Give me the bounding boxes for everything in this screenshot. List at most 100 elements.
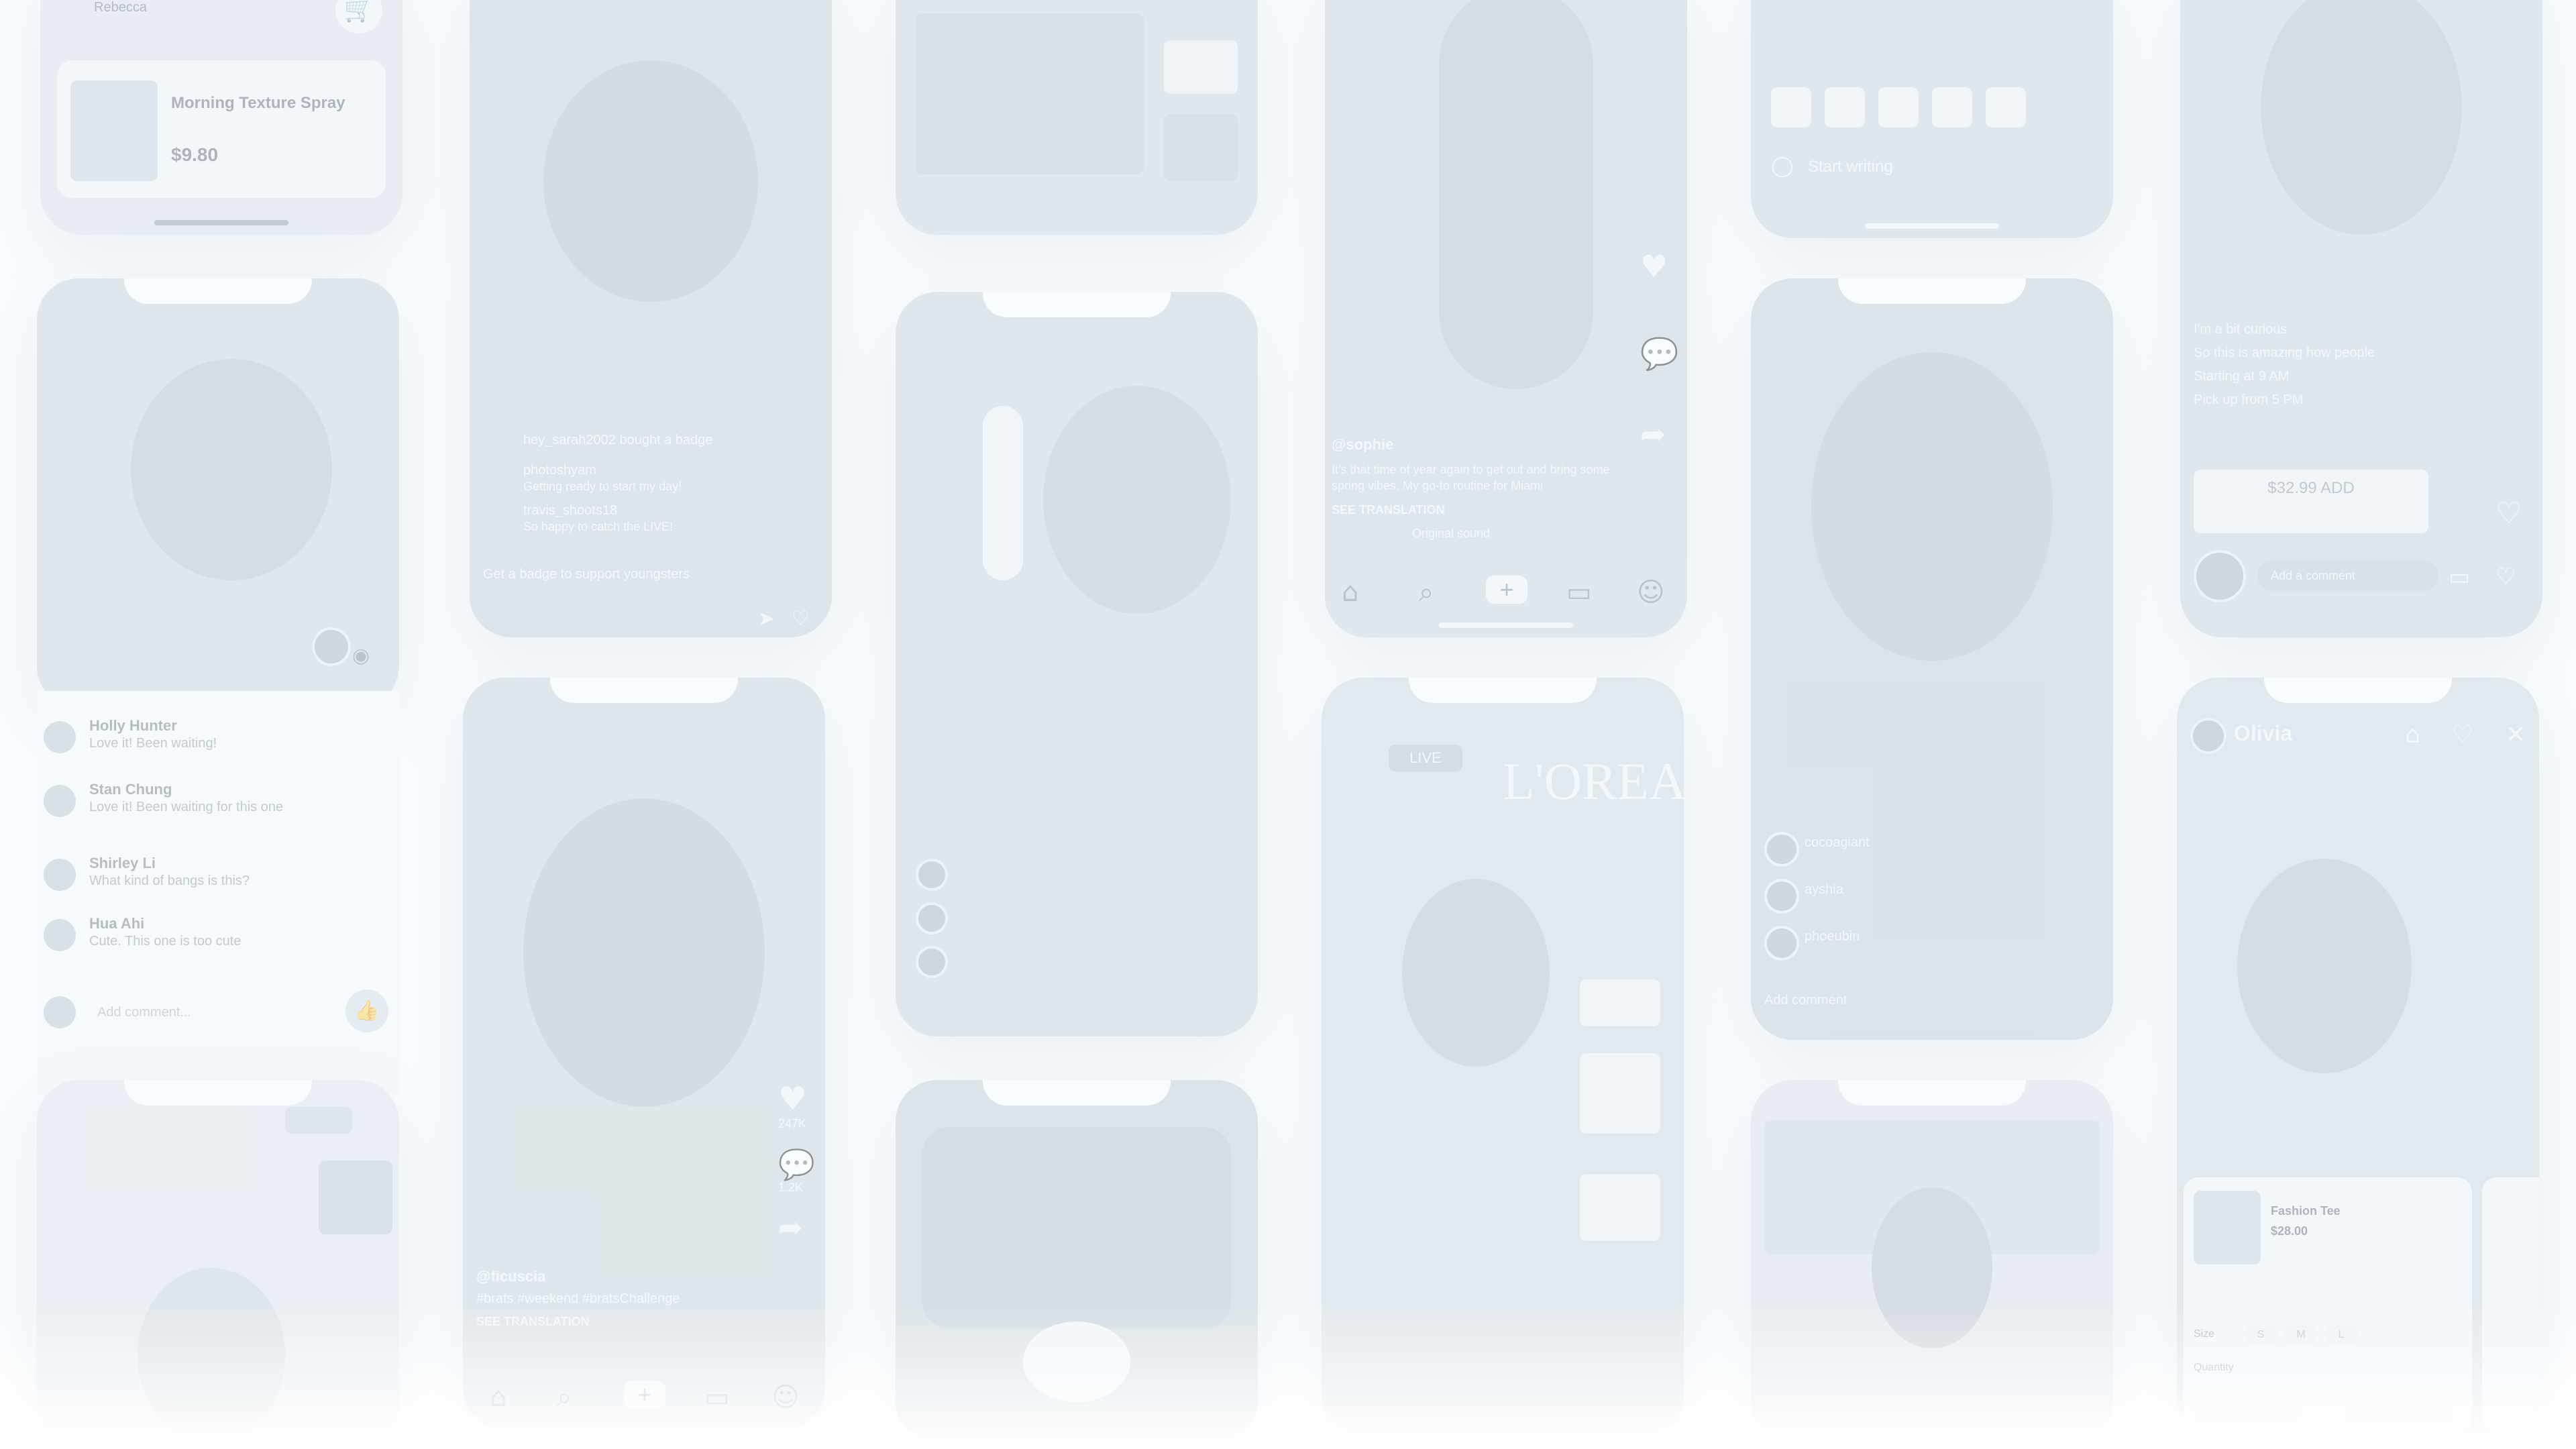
comment-user: Shirley Li bbox=[89, 855, 156, 871]
heart-icon[interactable]: ♡ bbox=[792, 607, 810, 631]
comment-row[interactable]: Shirley Li What kind of bangs is this? bbox=[37, 852, 399, 906]
heart-icon[interactable]: ♥ bbox=[778, 1080, 807, 1118]
phone-notch bbox=[983, 292, 1171, 317]
caption-text: It's that time of year again to get out … bbox=[1332, 463, 1610, 492]
phone-notch bbox=[124, 278, 312, 304]
see-translation[interactable]: SEE TRANSLATION bbox=[476, 1315, 590, 1329]
comment-user: Holly Hunter bbox=[89, 717, 177, 734]
size-option[interactable]: L bbox=[2324, 1325, 2358, 1345]
comment-row[interactable]: Holly Hunter Love it! Been waiting! bbox=[37, 714, 399, 768]
search-icon[interactable]: ⌕ bbox=[1419, 577, 1434, 608]
phone-brand-live: LIVE L'OREAL bbox=[1322, 678, 1684, 1436]
product-thumb[interactable] bbox=[1580, 1053, 1660, 1134]
text-input[interactable]: Start writing bbox=[1808, 158, 1893, 176]
home-icon[interactable]: ⌂ bbox=[490, 1382, 506, 1413]
comment-row[interactable]: Stan Chung Love it! Been waiting for thi… bbox=[37, 778, 399, 832]
gift-icon[interactable]: ▭ bbox=[2449, 564, 2470, 590]
brand-logo: L'OREAL bbox=[1503, 752, 1684, 810]
profile-icon[interactable]: ☺ bbox=[1637, 577, 1665, 608]
product-thumb[interactable] bbox=[1580, 979, 1660, 1026]
live-line-3-user: travis_shoots18 bbox=[523, 503, 618, 518]
sticker-4[interactable] bbox=[1932, 87, 1972, 127]
seller-name: Rebecca bbox=[94, 0, 147, 15]
sound-label[interactable]: Original sound bbox=[1412, 527, 1490, 541]
video-subject bbox=[523, 798, 765, 1107]
product-thumb[interactable] bbox=[1164, 40, 1238, 94]
comment-user: Stan Chung bbox=[89, 781, 172, 798]
inbox-icon[interactable]: ▭ bbox=[1566, 577, 1592, 608]
see-translation[interactable]: SEE TRANSLATION bbox=[1332, 503, 1445, 517]
secondary-button[interactable] bbox=[2345, 1402, 2452, 1422]
viewer-avatar bbox=[1764, 879, 1799, 914]
user-avatar[interactable] bbox=[2190, 718, 2226, 754]
comment-text: Cute. This one is too cute bbox=[89, 934, 241, 949]
heart-icon[interactable]: ♡ bbox=[2452, 721, 2473, 749]
sticker-5[interactable] bbox=[1986, 87, 2026, 127]
presenter bbox=[1402, 879, 1550, 1067]
bag-icon[interactable]: ⌂ bbox=[2405, 721, 2420, 749]
heart-icon[interactable]: ♥ bbox=[1640, 248, 1668, 284]
caption-user[interactable]: @sophie bbox=[1332, 436, 1393, 453]
product-sheet[interactable]: Fashion Tee $28.00 Size S M L Quantity bbox=[2184, 1177, 2472, 1432]
heart-icon[interactable]: ♡ bbox=[2496, 564, 2516, 590]
sticker-3[interactable] bbox=[1878, 87, 1919, 127]
share-icon[interactable]: ➦ bbox=[778, 1211, 803, 1245]
heart-icon[interactable]: ♡ bbox=[2496, 496, 2522, 531]
like-icon[interactable]: 👍 bbox=[345, 989, 388, 1032]
comment-input[interactable]: Add a comment bbox=[2257, 560, 2438, 591]
sticker-1[interactable] bbox=[1771, 87, 1811, 127]
share-icon[interactable]: ➦ bbox=[1640, 416, 1666, 452]
home-indicator bbox=[1865, 223, 1999, 229]
product-image bbox=[2194, 1191, 2261, 1265]
phone-notch bbox=[1838, 1080, 2026, 1106]
comment-count: 1.2K bbox=[778, 1181, 804, 1194]
chat-line: Starting at 9 AM bbox=[2194, 369, 2290, 384]
phone-notch bbox=[124, 1080, 312, 1106]
create-button[interactable]: + bbox=[1486, 576, 1527, 604]
comment-input[interactable]: Add comment bbox=[1764, 993, 1847, 1008]
phone-video-comments: ◉ bbox=[37, 278, 399, 708]
product-card[interactable]: Morning Texture Spray $9.80 bbox=[57, 60, 386, 198]
add-to-cart-button[interactable]: $32.99 ADD bbox=[2194, 470, 2428, 533]
next-product-sheet[interactable] bbox=[2482, 1177, 2539, 1432]
comment-icon[interactable]: 💬 bbox=[1640, 335, 1678, 372]
chat-line: Pick up from 5 PM bbox=[2194, 392, 2304, 407]
cart-icon[interactable]: 🛒 bbox=[335, 0, 382, 34]
caption-user[interactable]: @ficuscia bbox=[476, 1268, 545, 1285]
plants-scene bbox=[922, 1127, 1231, 1328]
streamer-face bbox=[1811, 352, 2053, 661]
phone-shopping: Rebecca 🛒 Morning Texture Spray $9.80 bbox=[40, 0, 402, 235]
product-thumb[interactable] bbox=[1164, 114, 1238, 181]
close-icon[interactable]: ✕ bbox=[2506, 721, 2526, 749]
presenter bbox=[1872, 1187, 1992, 1348]
sticker-2[interactable] bbox=[1825, 87, 1865, 127]
product-thumb[interactable] bbox=[1580, 1174, 1660, 1241]
profile-icon[interactable]: ☺ bbox=[771, 1382, 800, 1413]
video-subject bbox=[131, 359, 332, 580]
home-icon[interactable]: ⌂ bbox=[1342, 577, 1358, 608]
comment-user: Hua Ahi bbox=[89, 915, 145, 932]
record-icon[interactable]: ◉ bbox=[352, 644, 370, 667]
phone-notch bbox=[550, 678, 738, 703]
search-icon[interactable]: ⌕ bbox=[557, 1382, 572, 1413]
comment-row[interactable]: Hua Ahi Cute. This one is too cute bbox=[37, 912, 399, 966]
comment-text: Love it! Been waiting for this one bbox=[89, 800, 284, 814]
avatar bbox=[44, 721, 76, 753]
live-line-2-text: Getting ready to start my day! bbox=[523, 480, 682, 493]
product-price: $9.80 bbox=[171, 144, 219, 165]
viewer-name: cocoagiant bbox=[1805, 835, 1870, 850]
shop-avatar[interactable] bbox=[2194, 550, 2246, 602]
creator-avatar[interactable] bbox=[312, 627, 351, 666]
share-icon[interactable]: ➤ bbox=[758, 607, 775, 631]
comment-icon[interactable]: 💬 bbox=[778, 1147, 815, 1182]
product-thumb[interactable] bbox=[319, 1161, 392, 1234]
comment-input[interactable]: Add comment... bbox=[97, 1005, 191, 1020]
size-option[interactable]: M bbox=[2284, 1325, 2318, 1345]
inbox-icon[interactable]: ▭ bbox=[704, 1382, 730, 1413]
viewer-name: phoeubin bbox=[1805, 929, 1860, 944]
primary-button[interactable] bbox=[2194, 1402, 2301, 1422]
size-option[interactable]: S bbox=[2244, 1325, 2277, 1345]
create-button[interactable]: + bbox=[624, 1381, 665, 1409]
viewer-name: ayshia bbox=[1805, 882, 1843, 897]
live-line-2-user: photoshyam bbox=[523, 463, 596, 478]
